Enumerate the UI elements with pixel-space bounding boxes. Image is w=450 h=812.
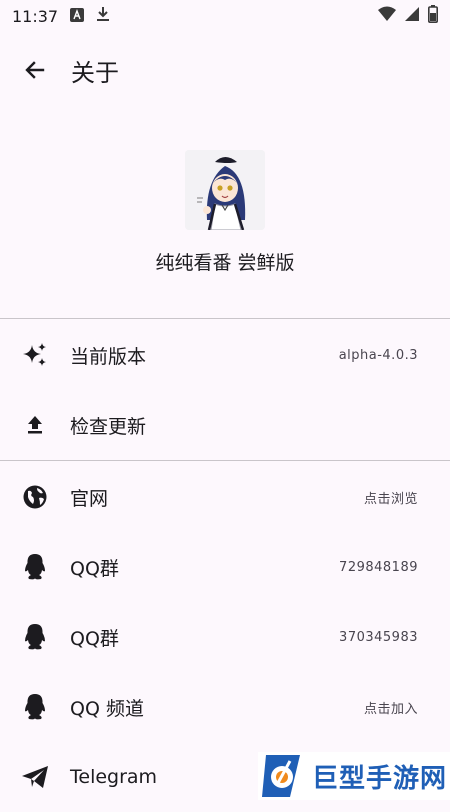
website-value: 点击浏览 bbox=[363, 491, 418, 507]
arrow-back-icon bbox=[25, 61, 45, 79]
globe-icon bbox=[20, 482, 50, 512]
top-app-bar: 关于 bbox=[0, 36, 450, 104]
watermark-logo: 巨型手游网 bbox=[258, 752, 450, 800]
watermark-logo-icon bbox=[262, 755, 300, 797]
download-notification-icon bbox=[96, 6, 110, 26]
version-value: alpha-4.0.3 bbox=[338, 347, 418, 363]
qq-channel-value: 点击加入 bbox=[363, 701, 418, 717]
qq-penguin-icon bbox=[20, 692, 50, 722]
keyboard-notification-icon bbox=[70, 7, 85, 26]
list-item-label: QQ群 bbox=[70, 557, 119, 580]
list-item-qq-group-1[interactable]: QQ群 729848189 bbox=[0, 532, 450, 602]
list-item-label: QQ 频道 bbox=[70, 697, 144, 720]
qq-group-number: 370345983 bbox=[339, 629, 418, 645]
list-item-label: 当前版本 bbox=[70, 345, 147, 368]
list-item-label: 官网 bbox=[70, 487, 109, 510]
back-button[interactable] bbox=[15, 50, 55, 90]
qq-group-number: 729848189 bbox=[339, 559, 418, 575]
app-name: 纯纯看番 尝鲜版 bbox=[155, 252, 295, 274]
divider bbox=[0, 460, 450, 461]
list-item-qq-channel[interactable]: QQ 频道 点击加入 bbox=[0, 672, 450, 742]
qq-penguin-icon bbox=[20, 552, 50, 582]
upload-icon bbox=[20, 410, 50, 440]
status-bar: 11:37 bbox=[0, 0, 450, 32]
list-item-qq-group-2[interactable]: QQ群 370345983 bbox=[0, 602, 450, 672]
list-item-label: 检查更新 bbox=[70, 415, 147, 438]
app-logo-image bbox=[185, 150, 265, 230]
telegram-send-icon bbox=[20, 762, 50, 792]
cellular-signal-icon bbox=[404, 6, 420, 26]
watermark-text: 巨型手游网 bbox=[312, 763, 448, 794]
sparkle-icon bbox=[20, 340, 50, 370]
list-item-website[interactable]: 官网 点击浏览 bbox=[0, 462, 450, 532]
list-item-label: QQ群 bbox=[70, 627, 119, 650]
qq-penguin-icon bbox=[20, 622, 50, 652]
divider bbox=[0, 318, 450, 319]
page-title: 关于 bbox=[71, 58, 119, 87]
wifi-icon bbox=[378, 6, 396, 26]
battery-icon bbox=[428, 5, 438, 27]
list-item-current-version[interactable]: 当前版本 alpha-4.0.3 bbox=[0, 320, 450, 390]
list-item-check-update[interactable]: 检查更新 bbox=[0, 390, 450, 460]
clock: 11:37 bbox=[12, 6, 59, 26]
